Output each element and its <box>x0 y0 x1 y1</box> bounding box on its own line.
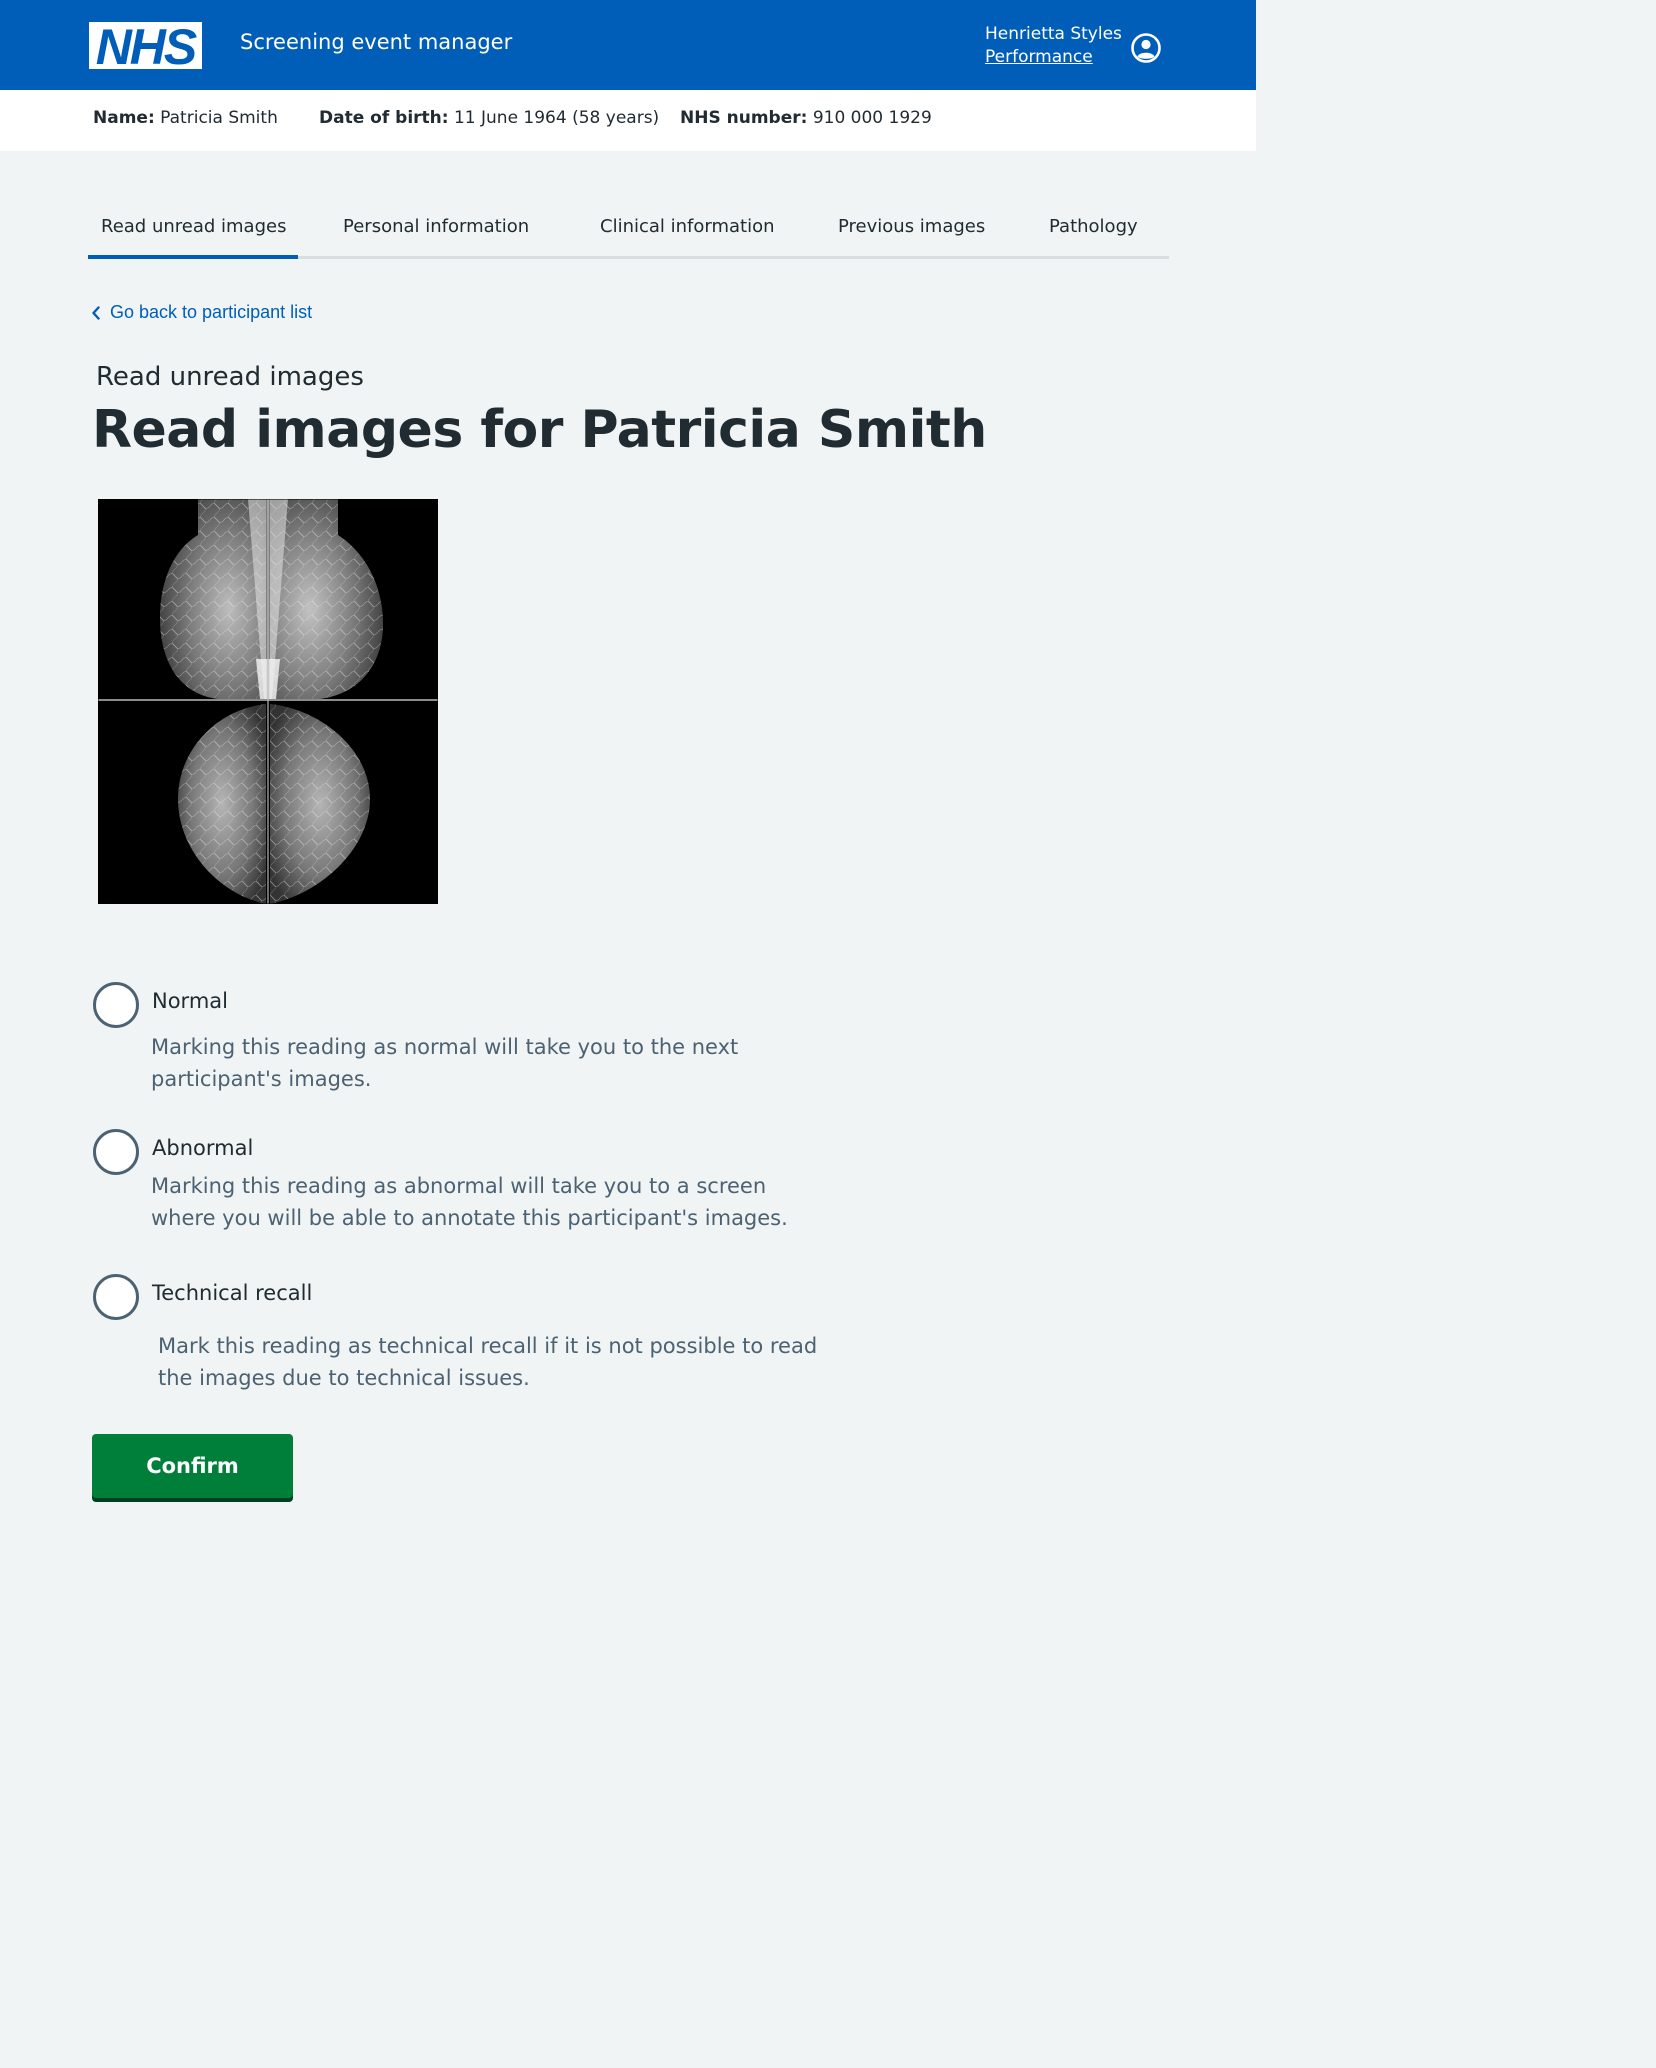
radio-abnormal-hint: Marking this reading as abnormal will ta… <box>151 1174 788 1230</box>
tab-read-unread-images[interactable]: Read unread images <box>101 216 286 237</box>
mammogram-image <box>98 499 438 904</box>
user-circle-icon[interactable] <box>1130 32 1162 64</box>
patient-nhs-number: NHS number: 910 000 1929 <box>680 108 932 128</box>
radio-normal-input[interactable] <box>93 982 139 1028</box>
tab-personal-information[interactable]: Personal information <box>343 216 529 237</box>
performance-link[interactable]: Performance <box>985 47 1093 67</box>
radio-abnormal-input[interactable] <box>93 1129 139 1175</box>
chevron-left-icon <box>92 305 100 320</box>
patient-nhs-number-label: NHS number: <box>680 108 808 128</box>
site-header: NHS Screening event manager Henrietta St… <box>0 0 1256 90</box>
radio-abnormal-label[interactable]: Abnormal <box>152 1136 253 1160</box>
radio-normal-hint: Marking this reading as normal will take… <box>151 1035 739 1091</box>
patient-dob: Date of birth: 11 June 1964 (58 years) <box>319 108 659 128</box>
tab-previous-images[interactable]: Previous images <box>838 216 985 237</box>
active-tab-indicator <box>88 255 298 259</box>
radio-normal-label[interactable]: Normal <box>152 989 228 1013</box>
patient-nhs-number-value: 910 000 1929 <box>812 108 932 128</box>
back-link-label: Go back to participant list <box>110 302 313 322</box>
nhs-logo-text: NHS <box>95 18 198 75</box>
patient-name: Name: Patricia Smith <box>93 108 278 128</box>
nhs-logo[interactable]: NHS <box>89 18 202 75</box>
radio-technical-recall-label[interactable]: Technical recall <box>152 1281 312 1305</box>
radio-technical-recall-hint: Mark this reading as technical recall if… <box>158 1334 818 1390</box>
patient-name-label: Name: <box>93 108 155 128</box>
tab-clinical-information[interactable]: Clinical information <box>600 216 775 237</box>
confirm-button[interactable]: Confirm <box>92 1434 293 1498</box>
radio-technical-recall-input[interactable] <box>93 1274 139 1320</box>
patient-dob-label: Date of birth: <box>319 108 449 128</box>
page-caption: Read unread images <box>96 362 364 392</box>
tab-pathology[interactable]: Pathology <box>1049 216 1138 237</box>
patient-dob-value: 11 June 1964 (58 years) <box>453 108 660 128</box>
page-title: Read images for Patricia Smith <box>92 400 987 460</box>
service-name[interactable]: Screening event manager <box>240 30 512 54</box>
back-link[interactable]: Go back to participant list <box>91 302 312 323</box>
user-name: Henrietta Styles <box>985 24 1122 44</box>
patient-name-value: Patricia Smith <box>160 108 278 128</box>
